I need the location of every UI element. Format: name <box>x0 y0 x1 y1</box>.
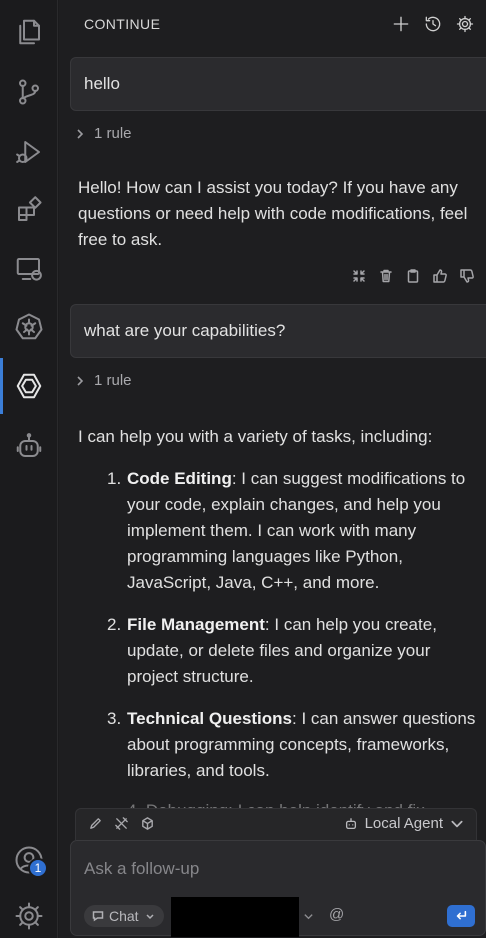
thumbs-up-button[interactable] <box>432 268 448 289</box>
list-item: 2. File Management: I can help you create… <box>107 615 437 686</box>
chat-input[interactable] <box>84 857 464 881</box>
remote-explorer-icon[interactable] <box>11 251 47 287</box>
thumbs-down-icon <box>460 269 474 283</box>
enter-icon <box>456 910 467 920</box>
pencil-icon <box>90 818 101 829</box>
list-item: 1. Code Editing: I can suggest modificati… <box>107 469 466 592</box>
tools-button[interactable] <box>114 816 129 836</box>
account-badge: 1 <box>28 858 48 878</box>
rules-label: 1 rule <box>94 125 132 142</box>
thumbs-up-icon <box>433 269 447 283</box>
explorer-icon[interactable] <box>11 14 47 50</box>
continue-panel: CONTINUE hello 1 rule Hello! How can I a… <box>59 0 486 938</box>
compact-button[interactable] <box>351 268 367 289</box>
panel-header: CONTINUE <box>59 0 486 48</box>
cube-icon <box>142 817 153 830</box>
input-toolbar: Local Agent <box>75 808 477 840</box>
chat-mode-button[interactable]: Chat <box>84 905 164 927</box>
list-item: 3. Technical Questions: I can answer ques… <box>107 709 476 780</box>
clipboard-icon <box>407 269 419 283</box>
kubernetes-icon[interactable] <box>11 309 47 345</box>
user-message[interactable]: what are your capabilities? <box>70 304 486 358</box>
settings-button[interactable] <box>453 12 477 36</box>
chevron-right-icon <box>77 375 84 386</box>
active-indicator <box>0 358 3 414</box>
chevron-right-icon <box>77 128 84 139</box>
history-button[interactable] <box>421 12 445 36</box>
robot-icon[interactable] <box>11 428 47 464</box>
robot-small-icon <box>345 817 356 829</box>
panel-title: CONTINUE <box>84 16 161 32</box>
send-button[interactable] <box>447 905 475 927</box>
tools-icon <box>115 817 128 830</box>
new-session-button[interactable] <box>389 12 413 36</box>
assistant-message: Hello! How can I assist you today? If yo… <box>78 178 468 249</box>
rules-label: 1 rule <box>94 372 132 389</box>
chat-input-container: Chat @ <box>70 840 486 937</box>
redacted-model-selector[interactable] <box>171 897 299 937</box>
rules-toggle[interactable]: 1 rule <box>74 372 132 389</box>
context-button[interactable] <box>140 816 155 836</box>
chat-bubble-icon <box>92 911 104 922</box>
model-chevron-down-icon[interactable] <box>303 909 314 927</box>
settings-gear-icon[interactable] <box>11 898 47 934</box>
chevron-down-icon <box>146 914 154 920</box>
edit-button[interactable] <box>88 816 103 836</box>
chevron-down-icon <box>451 820 463 827</box>
mention-button[interactable]: @ <box>329 906 344 923</box>
agent-mode-label: Local Agent <box>364 815 443 832</box>
activity-bar: 1 <box>0 0 58 938</box>
user-message[interactable]: hello <box>70 57 486 111</box>
extensions-icon[interactable] <box>11 192 47 228</box>
source-control-icon[interactable] <box>11 74 47 110</box>
run-debug-icon[interactable] <box>11 134 47 170</box>
capabilities-list: 1. Code Editing: I can suggest modificati… <box>78 466 478 800</box>
history-icon <box>425 16 441 32</box>
agent-mode-select[interactable]: Local Agent <box>344 815 464 832</box>
assistant-intro: I can help you with a variety of tasks, … <box>78 427 433 446</box>
copy-button[interactable] <box>405 268 421 289</box>
trash-icon <box>380 269 392 283</box>
gear-icon <box>456 15 474 33</box>
message-actions <box>351 268 475 289</box>
chat-mode-label: Chat <box>109 908 139 924</box>
plus-icon <box>393 16 409 32</box>
collapse-icon <box>353 270 365 282</box>
rules-toggle[interactable]: 1 rule <box>74 125 132 142</box>
thumbs-down-button[interactable] <box>459 268 475 289</box>
delete-button[interactable] <box>378 268 394 289</box>
continue-icon[interactable] <box>11 368 47 404</box>
